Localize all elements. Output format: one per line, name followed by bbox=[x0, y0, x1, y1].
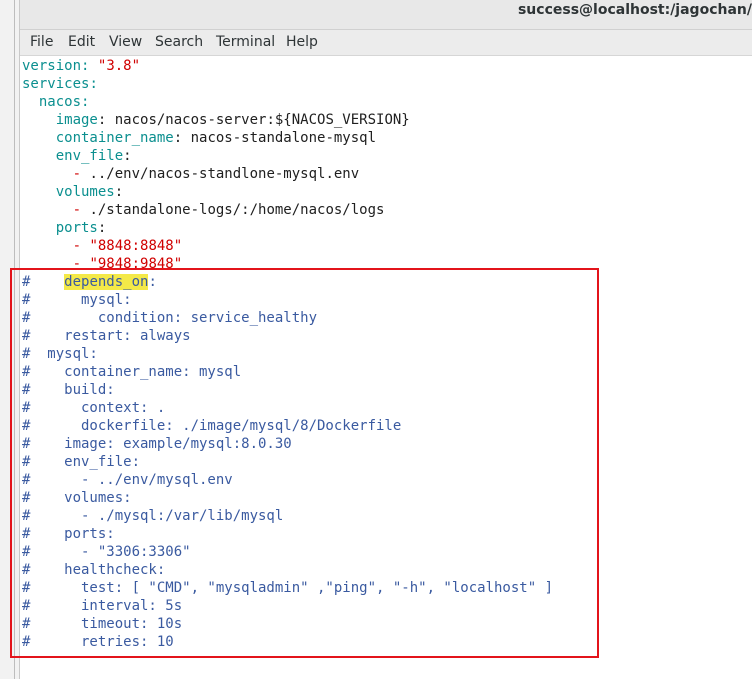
window-titlebar: success@localhost:/jagochan/ bbox=[20, 0, 752, 30]
menu-file[interactable]: File bbox=[30, 30, 53, 56]
code-line: version: "3.8" bbox=[22, 58, 141, 74]
code-line: volumes: bbox=[55, 184, 124, 200]
code-line: container_name: nacos-standalone-mysql bbox=[55, 130, 377, 146]
menu-search[interactable]: Search bbox=[155, 30, 203, 56]
code-line: nacos: bbox=[38, 94, 90, 110]
code-line: - ../env/nacos-standlone-mysql.env bbox=[72, 166, 360, 182]
code-line: - ./standalone-logs/:/home/nacos/logs bbox=[72, 202, 385, 218]
code-line: image: nacos/nacos-server:${NACOS_VERSIO… bbox=[55, 112, 410, 128]
menu-terminal[interactable]: Terminal bbox=[216, 30, 275, 56]
code-line: - "8848:8848" bbox=[72, 238, 183, 254]
menu-help[interactable]: Help bbox=[286, 30, 318, 56]
code-line: ports: bbox=[55, 220, 107, 236]
menu-edit[interactable]: Edit bbox=[68, 30, 95, 56]
window-title: success@localhost:/jagochan/ bbox=[517, 2, 752, 18]
code-line: services: bbox=[22, 76, 98, 92]
annotation-box bbox=[10, 268, 599, 658]
menu-view[interactable]: View bbox=[109, 30, 142, 56]
menu-bar: File Edit View Search Terminal Help bbox=[20, 30, 752, 56]
code-line: env_file: bbox=[55, 148, 132, 164]
